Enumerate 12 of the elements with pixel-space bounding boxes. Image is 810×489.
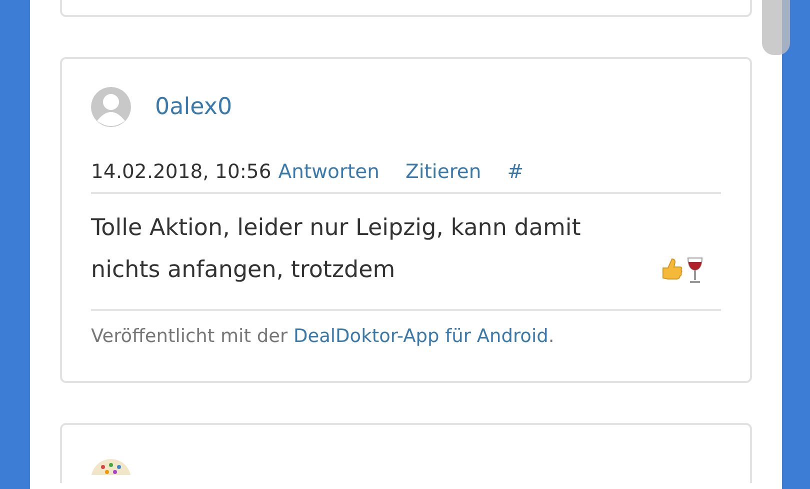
action-link[interactable]: Antworten — [278, 157, 380, 186]
scroll-handle[interactable] — [762, 0, 790, 55]
action-link[interactable]: # — [507, 157, 524, 186]
comment-date: 14.02.2018, 10:56 — [91, 159, 272, 185]
username-link[interactable]: 0alex0 — [155, 90, 232, 124]
action-link[interactable]: Zitieren — [406, 157, 482, 186]
footer-note: Veröffentlicht mit der DealDoktor-App für Android. — [91, 325, 556, 350]
avatar-icon — [91, 459, 131, 476]
wine-glass-icon — [685, 256, 705, 284]
app-link[interactable]: DealDoktor-App für Android — [293, 326, 548, 348]
comment-text: Tolle Aktion, leider nur Leipzig, kann damit nichts anfangen, trotzdem — [91, 214, 582, 285]
avatar-icon — [91, 87, 131, 127]
